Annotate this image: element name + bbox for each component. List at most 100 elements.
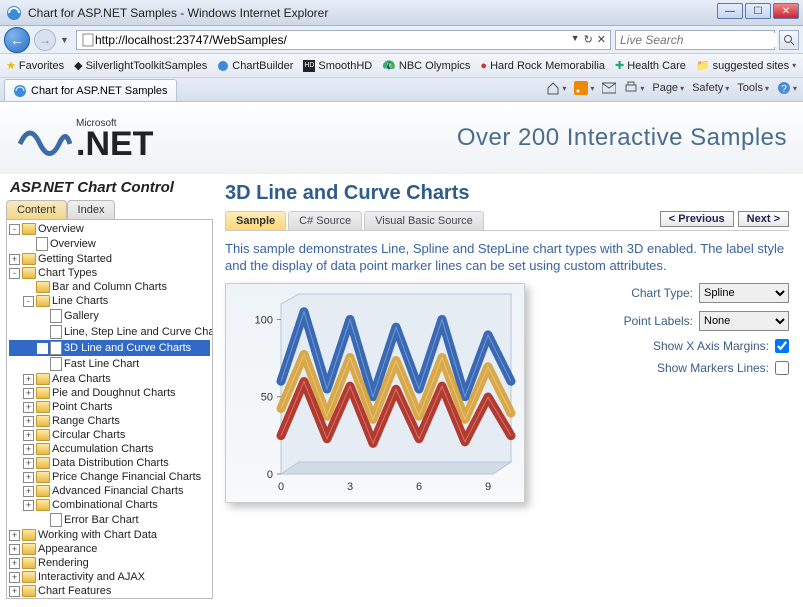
tree-node[interactable]: +Range Charts [9,414,210,428]
home-button[interactable]: ▾ [546,81,566,95]
address-input[interactable] [95,33,571,47]
tree-node[interactable]: +Combinational Charts [9,498,210,512]
tab-csharp[interactable]: C# Source [288,211,362,230]
browser-tab[interactable]: Chart for ASP.NET Samples [4,79,177,101]
expand-icon[interactable]: + [9,544,20,555]
tree-node-label: Working with Chart Data [38,529,157,541]
address-bar[interactable]: ▼ ↻ ✕ [76,30,611,50]
point-labels-select[interactable]: NoneAutoTop [699,311,789,331]
expand-icon[interactable]: + [9,530,20,541]
safety-menu[interactable]: Safety ▾ [692,82,729,94]
expand-icon[interactable]: + [9,586,20,597]
tree-view[interactable]: -OverviewOverview+Getting Started-Chart … [6,219,213,599]
spacer [37,327,48,338]
tree-node-label: Accumulation Charts [52,443,154,455]
tree-node[interactable]: + Working with Chart Data [9,528,210,542]
search-bar[interactable] [615,30,775,50]
favorites-button[interactable]: ★Favorites [6,59,64,72]
tree-node[interactable]: +Appearance [9,542,210,556]
fav-link-chartbuilder[interactable]: ChartBuilder [217,60,293,72]
expand-icon[interactable]: + [9,558,20,569]
tree-node[interactable]: Gallery [9,308,210,324]
tree-node[interactable]: Error Bar Chart [9,512,210,528]
folder-icon [22,223,36,235]
expand-icon[interactable]: + [23,402,34,413]
page-icon [81,33,95,47]
x-margins-checkbox[interactable] [775,339,789,353]
forward-button[interactable]: → [34,29,56,51]
minimize-button[interactable]: — [717,3,743,19]
tab-sample[interactable]: Sample [225,211,286,230]
ie-icon [13,84,27,98]
folder-icon: 📁 [696,59,710,72]
expand-icon[interactable]: + [23,458,34,469]
expand-icon[interactable]: + [23,444,34,455]
expand-icon[interactable]: + [9,572,20,583]
print-button[interactable]: ▾ [624,81,644,95]
chart-type-select[interactable]: LineSplineStepLine [699,283,789,303]
tree-node[interactable]: -Line Charts [9,294,210,308]
tree-node[interactable]: +Circular Charts [9,428,210,442]
tree-node[interactable]: - Overview [9,222,210,236]
search-input[interactable] [620,33,777,47]
tree-node[interactable]: +Data Distribution Charts [9,456,210,470]
collapse-icon[interactable]: - [9,224,20,235]
expand-icon[interactable]: + [9,254,20,265]
controls-panel: Chart Type: LineSplineStepLine Point Lab… [545,283,789,503]
tree-node[interactable]: + Accumulation Charts [9,442,210,456]
expand-icon[interactable]: + [23,500,34,511]
search-go-button[interactable] [779,30,799,50]
back-button[interactable]: ← [4,27,30,53]
fav-link-smoothhd[interactable]: HDSmoothHD [303,60,372,72]
tree-node[interactable]: Line, Step Line and Curve Charts [9,324,210,340]
expand-icon[interactable]: + [23,416,34,427]
nav-history-dropdown[interactable]: ▼ [60,35,72,45]
tree-node[interactable]: +Point Charts [9,400,210,414]
fav-link-silverlight[interactable]: ◆SilverlightToolkitSamples [74,59,207,72]
close-button[interactable]: ✕ [773,3,799,19]
expand-icon[interactable]: + [23,374,34,385]
markers-checkbox[interactable] [775,361,789,375]
sidebar-tab-content[interactable]: Content [6,200,67,219]
tree-node[interactable]: 3D Line and Curve Charts [9,340,210,356]
expand-icon[interactable]: + [23,472,34,483]
page-subtitle: ASP.NET Chart Control [10,179,174,196]
tree-node[interactable]: +Chart Features [9,584,210,598]
expand-icon[interactable]: + [23,430,34,441]
feeds-button[interactable]: ▾ [574,81,594,95]
fav-link-hardrock[interactable]: ●Hard Rock Memorabilia [480,60,605,72]
collapse-icon[interactable]: - [23,296,34,307]
maximize-button[interactable]: ☐ [745,3,771,19]
url-dropdown-icon[interactable]: ▼ [571,33,580,46]
tree-node[interactable]: +Price Change Financial Charts [9,470,210,484]
tree-node[interactable]: Overview [9,236,210,252]
previous-button[interactable]: < Previous [660,211,734,227]
tree-node[interactable]: +Interactivity and AJAX [9,570,210,584]
tab-title: Chart for ASP.NET Samples [31,85,168,97]
mail-button[interactable] [602,82,616,94]
tree-node[interactable]: +Getting Started [9,252,210,266]
tree-node[interactable]: Fast Line Chart [9,356,210,372]
expand-icon[interactable]: + [23,486,34,497]
next-button[interactable]: Next > [738,211,789,227]
expand-icon[interactable]: + [23,388,34,399]
fav-link-healthcare[interactable]: ✚Health Care [615,59,686,72]
tab-vb[interactable]: Visual Basic Source [364,211,484,230]
tree-node[interactable]: +Advanced Financial Charts [9,484,210,498]
refresh-button[interactable]: ↻ [584,33,593,46]
tree-node[interactable]: +Pie and Doughnut Charts [9,386,210,400]
tree-node[interactable]: -Chart Types [9,266,210,280]
tools-menu[interactable]: Tools ▾ [737,82,769,94]
stop-button[interactable]: ✕ [597,33,606,46]
help-button[interactable]: ?▾ [777,81,797,95]
folder-icon [36,499,50,511]
collapse-icon[interactable]: - [9,268,20,279]
tree-node[interactable]: Bar and Column Charts [9,280,210,294]
tree-node-label: Overview [38,223,84,235]
tree-node[interactable]: +Rendering [9,556,210,570]
tree-node[interactable]: +Area Charts [9,372,210,386]
page-menu[interactable]: Page ▾ [652,82,684,94]
fav-link-nbc[interactable]: 🦚NBC Olympics [382,59,470,72]
sidebar-tab-index[interactable]: Index [67,200,116,219]
fav-link-suggested[interactable]: 📁suggested sites ▾ [696,59,796,72]
